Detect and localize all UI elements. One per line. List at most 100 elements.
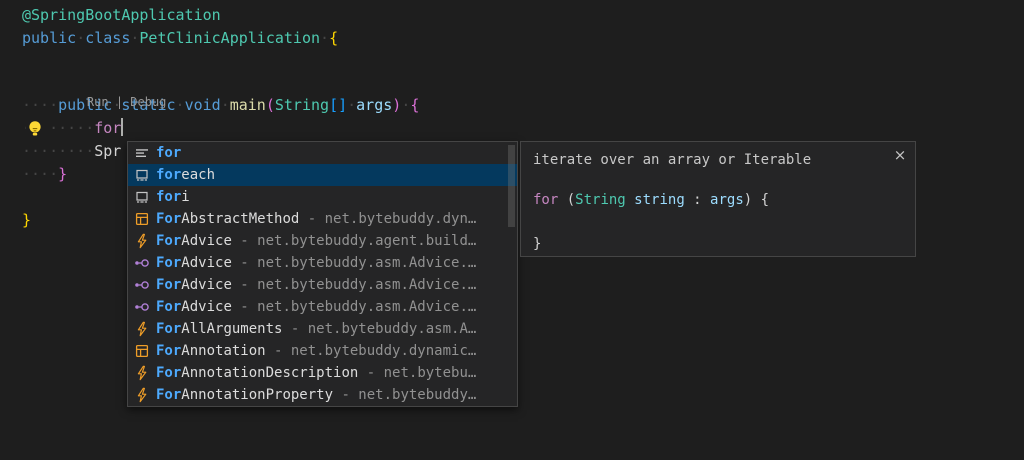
suggestion-match: For: [156, 277, 181, 293]
lightbulb-icon[interactable]: [26, 119, 46, 139]
text-cursor: [121, 118, 123, 136]
code-line[interactable]: ········Spr: [22, 140, 121, 163]
code-line[interactable]: public·class·PetClinicApplication·{: [22, 27, 338, 50]
suggestion-label: each: [181, 167, 215, 183]
code-line[interactable]: ····}: [22, 163, 67, 186]
suggestion-detail: - net.bytebuddy.dyn…: [299, 211, 476, 227]
suggestion-item[interactable]: for: [128, 142, 517, 164]
suggestion-detail: - net.bytebu…: [358, 365, 476, 381]
code-token: {: [410, 96, 419, 114]
class-icon: [134, 343, 150, 359]
interface-icon: [134, 299, 150, 315]
suggestion-match: For: [156, 299, 181, 315]
event-icon: [134, 321, 150, 337]
suggestion-match: For: [156, 387, 181, 403]
suggestion-match: for: [156, 145, 181, 161]
code-token: (: [558, 192, 575, 208]
suggestion-detail: - net.bytebuddy…: [333, 387, 476, 403]
docs-code-line: [533, 211, 903, 233]
code-token: String: [275, 96, 329, 114]
suggestion-detail: - net.bytebuddy.agent.build…: [232, 233, 476, 249]
suggestion-detail: - net.bytebuddy.asm.Advice.…: [232, 299, 476, 315]
code-token: PetClinicApplication: [139, 29, 320, 47]
suggestion-label: Advice: [181, 277, 232, 293]
code-token: }: [22, 211, 31, 229]
code-token: []: [329, 96, 347, 114]
code-token: ·: [221, 96, 230, 114]
event-icon: [134, 365, 150, 381]
code-token: class: [85, 29, 130, 47]
suggestion-item[interactable]: ForAbstractMethod - net.bytebuddy.dyn…: [128, 208, 517, 230]
suggestion-match: for: [156, 167, 181, 183]
suggestion-detail: - net.bytebuddy.dynamic…: [266, 343, 477, 359]
suggestion-item[interactable]: ForAdvice - net.bytebuddy.asm.Advice.…: [128, 296, 517, 318]
code-token: ): [392, 96, 401, 114]
code-token: args: [710, 192, 744, 208]
suggestion-detail: - net.bytebuddy.asm.Advice.…: [232, 255, 476, 271]
keyword-icon: [134, 145, 150, 161]
code-token: ·: [176, 96, 185, 114]
interface-icon: [134, 255, 150, 271]
codelens: Run | Debug: [58, 74, 166, 93]
suggestion-item[interactable]: ForAnnotationProperty - net.bytebuddy…: [128, 384, 517, 406]
code-token: String: [575, 192, 626, 208]
code-token: void: [185, 96, 221, 114]
suggestion-label: Annotation: [181, 343, 265, 359]
code-token: string: [634, 192, 685, 208]
suggestion-item[interactable]: ForAnnotationDescription - net.bytebu…: [128, 362, 517, 384]
docs-code-line: for (String string : args) {: [533, 189, 903, 211]
suggestion-item[interactable]: ForAdvice - net.bytebuddy.asm.Advice.…: [128, 274, 517, 296]
suggestion-detail: - net.bytebuddy.asm.Advice.…: [232, 277, 476, 293]
suggestion-match: For: [156, 211, 181, 227]
suggest-docs-panel: iterate over an array or Iterable × for …: [520, 141, 916, 257]
suggestion-label: AllArguments: [181, 321, 282, 337]
code-token: main: [230, 96, 266, 114]
suggestion-item[interactable]: foreach: [128, 164, 517, 186]
code-token: }: [533, 236, 541, 252]
code-token: for: [94, 119, 121, 137]
code-line[interactable]: @SpringBootApplication: [22, 4, 221, 27]
suggestion-item[interactable]: ForAdvice - net.bytebuddy.asm.Advice.…: [128, 252, 517, 274]
code-token: }: [58, 165, 67, 183]
suggest-scrollbar-thumb[interactable]: [508, 145, 515, 227]
class-icon: [134, 211, 150, 227]
suggestion-label: AbstractMethod: [181, 211, 299, 227]
suggestion-match: for: [156, 189, 181, 205]
suggestion-item[interactable]: ForAllArguments - net.bytebuddy.asm.A…: [128, 318, 517, 340]
debug-link[interactable]: Debug: [130, 95, 166, 109]
snippet-icon: [134, 167, 150, 183]
code-token: args: [356, 96, 392, 114]
suggestion-label: Advice: [181, 299, 232, 315]
suggest-widget: forforeachforiForAbstractMethod - net.by…: [127, 141, 518, 407]
snippet-icon: [134, 189, 150, 205]
code-token: {: [329, 29, 338, 47]
suggestion-label: AnnotationProperty: [181, 387, 333, 403]
code-token: ····: [22, 165, 58, 183]
suggestion-match: For: [156, 365, 181, 381]
suggestion-list: forforeachforiForAbstractMethod - net.by…: [128, 142, 517, 406]
suggestion-match: For: [156, 321, 181, 337]
code-token: Spr: [94, 142, 121, 160]
suggestion-match: For: [156, 343, 181, 359]
suggestion-detail: - net.bytebuddy.asm.A…: [282, 321, 476, 337]
suggestion-label: Advice: [181, 255, 232, 271]
code-line[interactable]: }: [22, 209, 31, 232]
codelens-separator: |: [109, 95, 131, 109]
suggestion-item[interactable]: ForAnnotation - net.bytebuddy.dynamic…: [128, 340, 517, 362]
interface-icon: [134, 277, 150, 293]
docs-description: iterate over an array or Iterable: [533, 149, 903, 171]
code-token: ····: [22, 96, 58, 114]
suggestion-label: AnnotationDescription: [181, 365, 358, 381]
close-icon[interactable]: ×: [891, 146, 909, 164]
code-token: ········: [22, 142, 94, 160]
suggestion-match: For: [156, 233, 181, 249]
suggestion-item[interactable]: fori: [128, 186, 517, 208]
event-icon: [134, 387, 150, 403]
code-token: ·: [76, 29, 85, 47]
code-token: :: [685, 192, 710, 208]
suggestion-item[interactable]: ForAdvice - net.bytebuddy.agent.build…: [128, 230, 517, 252]
code-token: @SpringBootApplication: [22, 6, 221, 24]
run-link[interactable]: Run: [87, 95, 109, 109]
code-token: for: [533, 192, 558, 208]
suggestion-label: Advice: [181, 233, 232, 249]
